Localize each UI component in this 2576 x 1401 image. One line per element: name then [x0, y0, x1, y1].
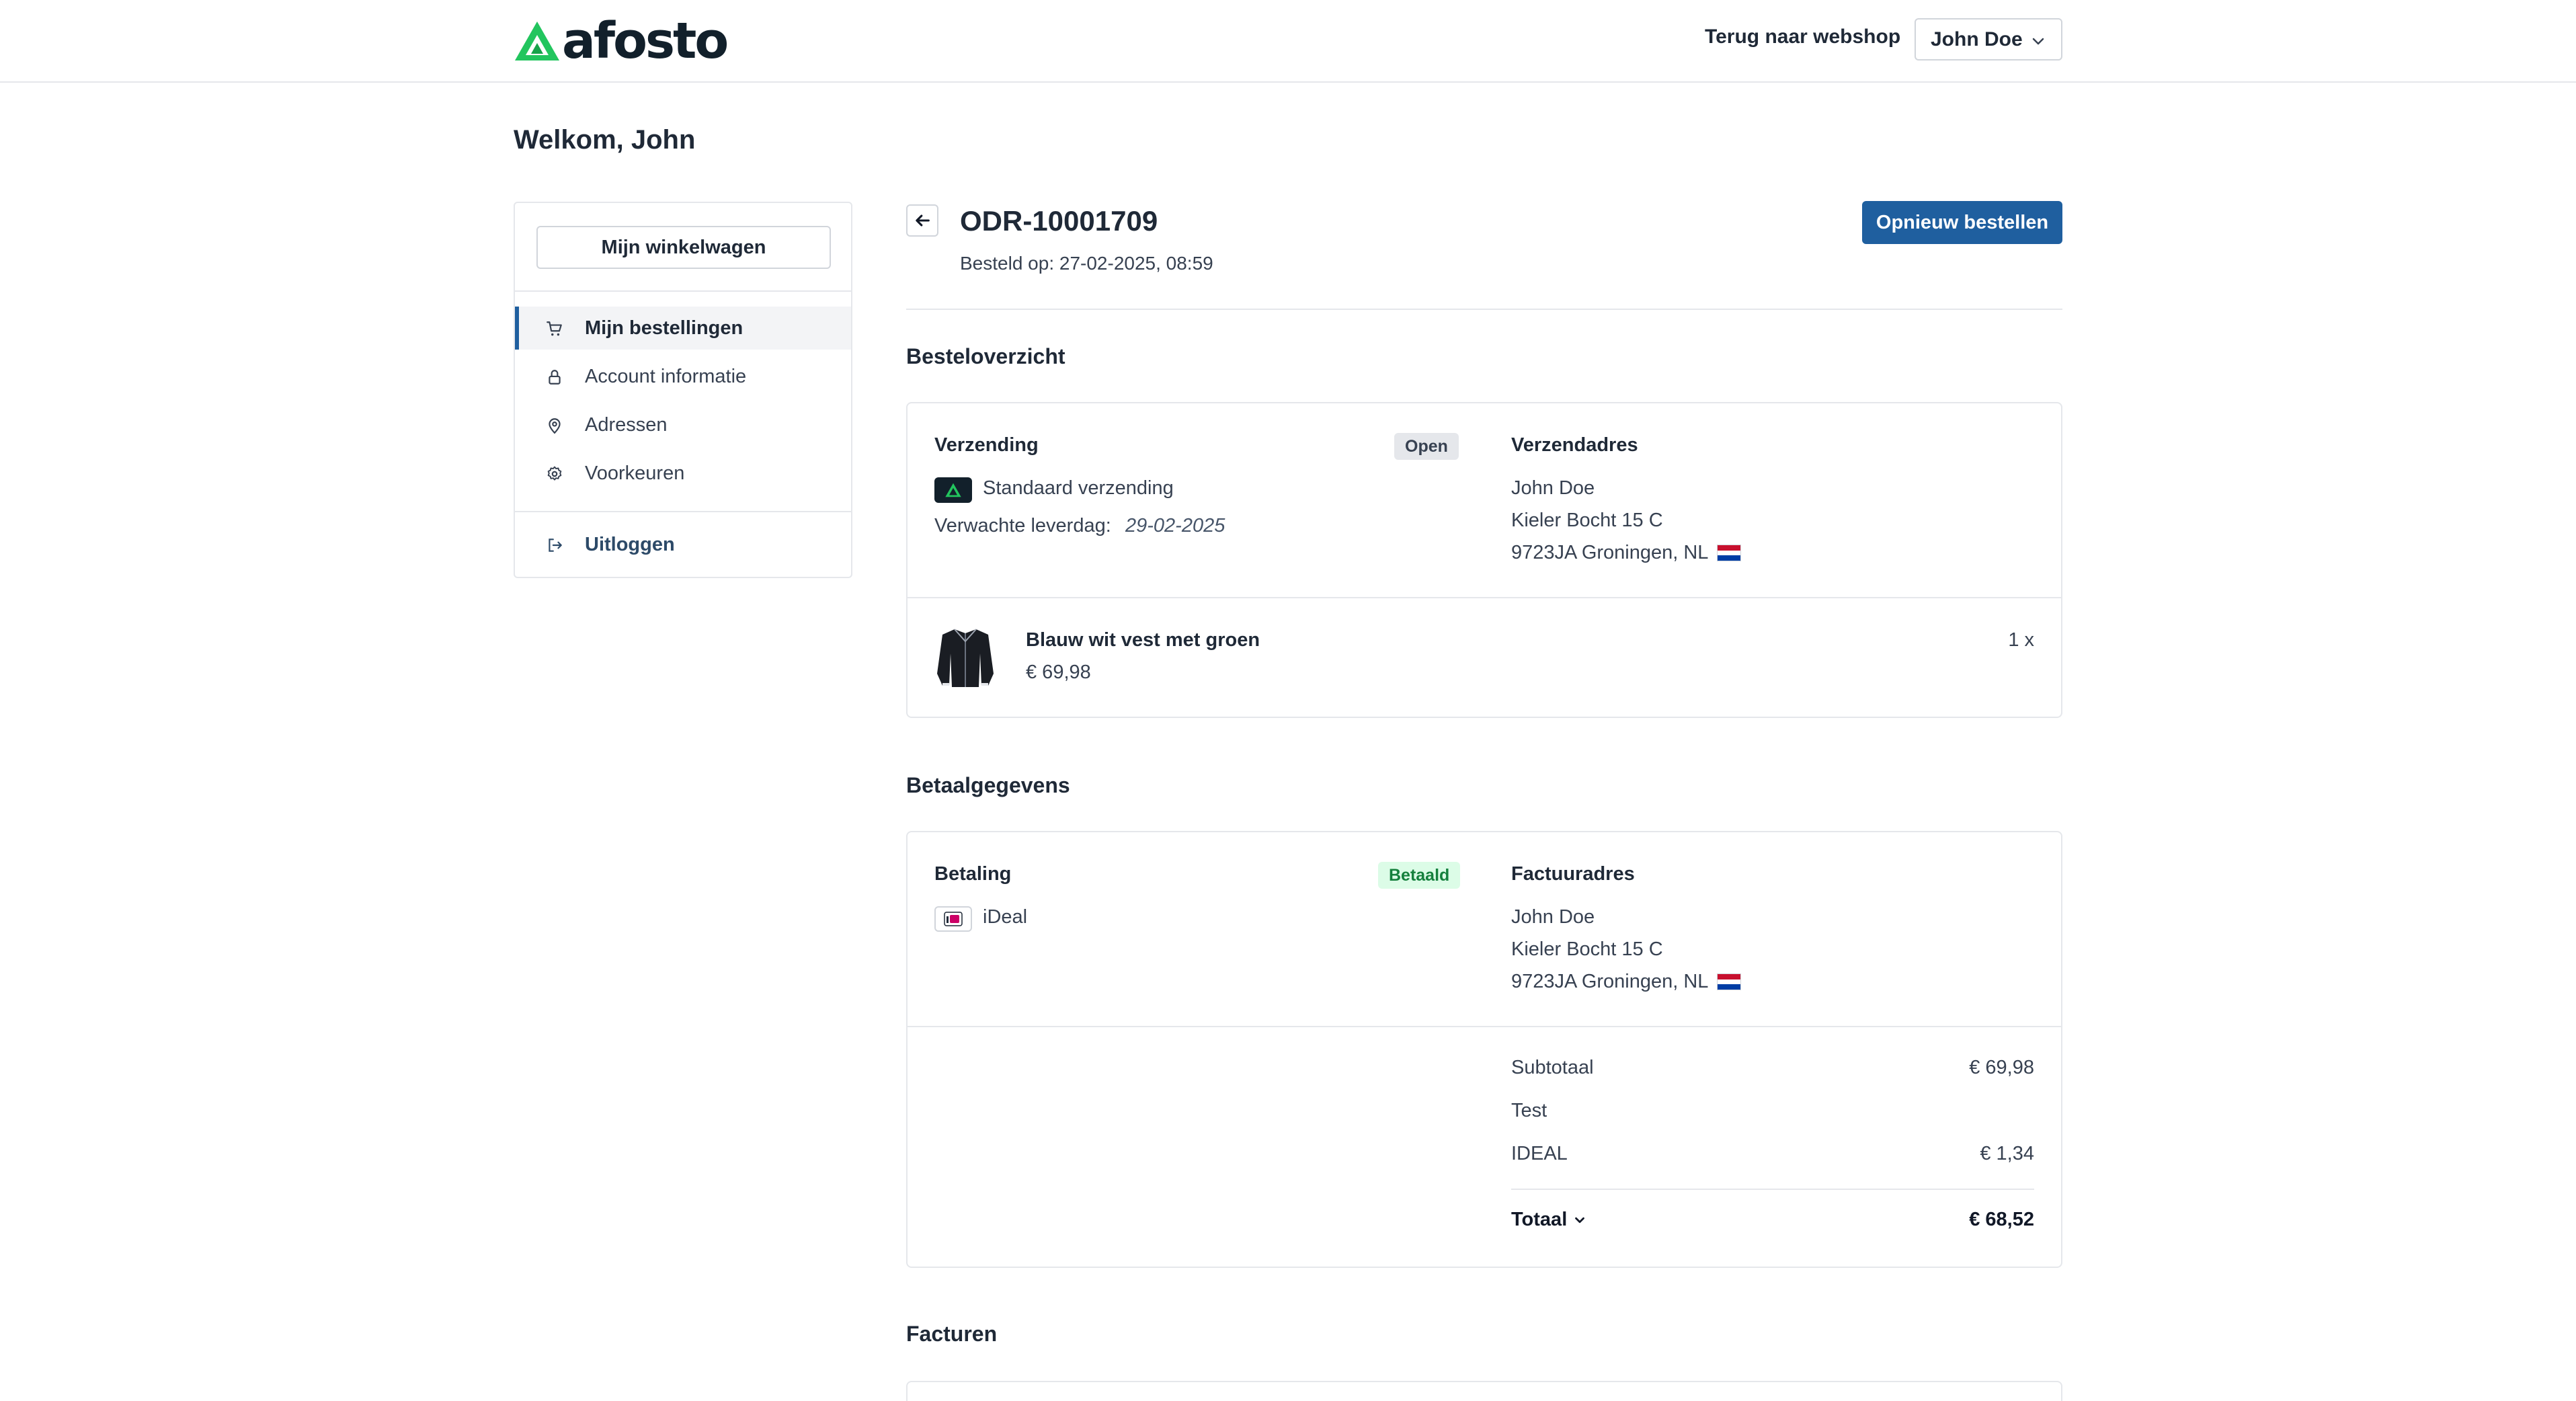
subtotal-label: Subtotaal [1511, 1057, 1594, 1078]
order-date: Besteld op: 27-02-2025, 08:59 [960, 253, 1213, 274]
shipping-method-icon [934, 477, 972, 503]
shipping-address-label: Verzendadres [1511, 434, 1638, 456]
delivery-date: 29-02-2025 [1125, 515, 1225, 536]
section-title-invoices: Facturen [906, 1322, 998, 1346]
item-price: € 69,98 [1026, 662, 1091, 683]
subtotal-row: Subtotaal € 69,98 [1511, 1057, 2034, 1084]
map-pin-icon [549, 418, 561, 434]
ideal-fee-row: IDEAL € 1,34 [1511, 1143, 2034, 1170]
billing-address-label: Factuuradres [1511, 863, 1635, 885]
sidebar-item-label: Account informatie [585, 365, 747, 387]
sidebar-item-label: Adressen [585, 413, 668, 436]
delivery-label: Verwachte leverdag: [934, 515, 1111, 536]
jacket-thumbnail [937, 629, 994, 687]
total-label-text: Totaal [1511, 1209, 1568, 1230]
test-label: Test [1511, 1100, 1547, 1121]
chevron-down-icon [1575, 1217, 1585, 1224]
logout-link[interactable]: Uitloggen [515, 523, 851, 566]
arrow-left-icon [916, 214, 930, 227]
nl-flag-icon [1717, 545, 1741, 561]
cart-icon [547, 321, 562, 336]
gear-icon [547, 466, 562, 481]
section-title-overview: Besteloverzicht [906, 344, 1065, 368]
shipping-label: Verzending [934, 434, 1039, 456]
status-badge: Open [1394, 433, 1459, 460]
item-name[interactable]: Blauw wit vest met groen [1026, 629, 1260, 651]
shipping-address-name: John Doe [1511, 477, 1595, 499]
welcome-heading: Welkom, John [514, 125, 696, 155]
section-title-payment: Betaalgegevens [906, 773, 1070, 797]
payment-label: Betaling [934, 863, 1012, 885]
logout-label: Uitloggen [585, 533, 675, 555]
back-button[interactable] [906, 204, 938, 237]
order-number: ODR-10001709 [960, 205, 1158, 237]
logout-icon [549, 538, 562, 552]
shipping-address-city: 9723JA Groningen, NL [1511, 542, 1709, 563]
header-divider [906, 309, 2062, 310]
sidebar-item-preferences[interactable]: Voorkeuren [515, 452, 851, 495]
ideal-fee-value: € 1,34 [1980, 1143, 2034, 1164]
user-name: John Doe [1931, 28, 2023, 50]
account-sidebar: Mijn winkelwagen Mijn bestellingen Accou… [514, 202, 852, 578]
user-menu-dropdown[interactable]: John Doe [1915, 18, 2062, 61]
sidebar-item-label: Voorkeuren [585, 462, 685, 484]
sidebar-divider [515, 290, 851, 292]
ideal-fee-label: IDEAL [1511, 1143, 1568, 1164]
afosto-logo[interactable]: afosto [514, 12, 729, 70]
totals-divider [1511, 1189, 2034, 1190]
total-row[interactable]: Totaal € 68,52 [1511, 1209, 2034, 1236]
total-value: € 68,52 [1969, 1209, 2034, 1230]
logo-text: afosto [562, 12, 729, 70]
payment-card: Betaling Betaald iDeal Factuuradres John… [906, 831, 2062, 1268]
billing-address-name: John Doe [1511, 906, 1595, 928]
page: afosto Terug naar webshop John Doe Welko… [0, 0, 2576, 1401]
invoices-card [906, 1381, 2062, 1401]
shipping-method: Standaard verzending [983, 477, 1174, 499]
subtotal-value: € 69,98 [1969, 1057, 2034, 1078]
reorder-button[interactable]: Opnieuw bestellen [1862, 201, 2062, 244]
item-quantity: 1 x [2008, 629, 2034, 651]
status-badge: Betaald [1378, 862, 1461, 889]
sidebar-item-orders[interactable]: Mijn bestellingen [515, 307, 851, 350]
card-divider [908, 597, 2061, 598]
total-label[interactable]: Totaal [1511, 1209, 1587, 1231]
ideal-icon [934, 906, 972, 932]
sidebar-item-addresses[interactable]: Adressen [515, 403, 851, 446]
sidebar-item-label: Mijn bestellingen [585, 317, 743, 339]
afosto-logo-icon [515, 22, 559, 61]
payment-method: iDeal [983, 906, 1028, 928]
lock-icon [549, 370, 561, 385]
sidebar-divider [515, 511, 851, 512]
top-bar: afosto Terug naar webshop John Doe [0, 0, 2576, 83]
card-divider [908, 1026, 2061, 1027]
billing-address-city: 9723JA Groningen, NL [1511, 971, 1709, 992]
sidebar-item-account[interactable]: Account informatie [515, 355, 851, 398]
nl-flag-icon [1717, 973, 1741, 990]
shipping-address-street: Kieler Bocht 15 C [1511, 510, 1663, 531]
my-cart-button[interactable]: Mijn winkelwagen [536, 226, 831, 269]
billing-address-street: Kieler Bocht 15 C [1511, 938, 1663, 960]
test-row: Test [1511, 1100, 2034, 1127]
chevron-down-icon [2032, 38, 2044, 45]
back-to-webshop-link[interactable]: Terug naar webshop [1705, 26, 1900, 48]
order-overview-card: Verzending Open Standaard verzending Ver… [906, 402, 2062, 718]
